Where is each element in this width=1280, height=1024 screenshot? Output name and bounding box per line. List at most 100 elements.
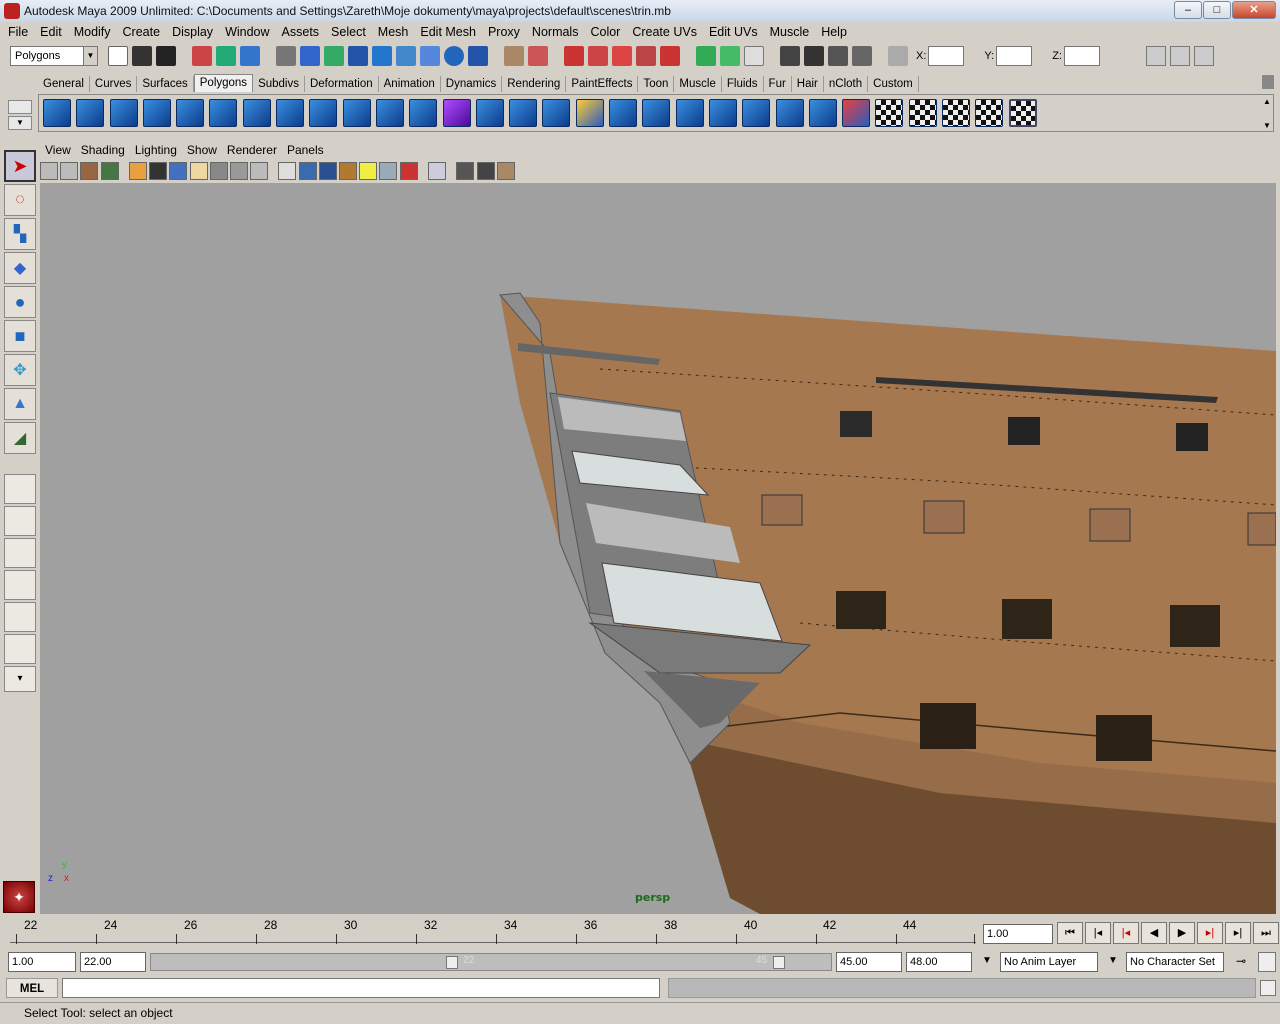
shelf-tab-deformation[interactable]: Deformation	[305, 76, 379, 92]
move-tool-button[interactable]: ◆	[4, 252, 36, 284]
ipr-render-icon[interactable]	[828, 46, 848, 66]
xray-active-components-icon[interactable]	[496, 162, 515, 180]
range-slider-left-handle[interactable]	[446, 956, 458, 969]
play-forwards-button[interactable]: ▶	[1169, 922, 1195, 944]
select-misc-icon[interactable]	[468, 46, 488, 66]
shelf-menu-button[interactable]: ▼	[8, 116, 32, 130]
high-quality-icon[interactable]	[399, 162, 418, 180]
animation-end-field[interactable]: 48.00	[906, 952, 972, 972]
go-to-end-button[interactable]: ⏭	[1253, 922, 1279, 944]
layout-persp-graph-button[interactable]	[4, 570, 36, 600]
panel-menu-panels[interactable]: Panels	[282, 143, 329, 157]
sculpt-geometry-icon[interactable]	[509, 99, 538, 127]
panel-menu-renderer[interactable]: Renderer	[222, 143, 282, 157]
chevron-down-icon[interactable]: ▼	[976, 952, 998, 972]
xray-joints-icon[interactable]	[476, 162, 495, 180]
layout-more-button[interactable]: ▾	[4, 666, 36, 692]
shelf-tab-animation[interactable]: Animation	[379, 76, 441, 92]
panel-menu-lighting[interactable]: Lighting	[130, 143, 182, 157]
save-scene-icon[interactable]	[156, 46, 176, 66]
range-slider[interactable]: 22 45	[150, 953, 832, 971]
render-current-frame-icon[interactable]	[804, 46, 824, 66]
resolution-gate-icon[interactable]	[169, 162, 188, 180]
snap-point-icon[interactable]	[612, 46, 632, 66]
output-connections-icon[interactable]	[720, 46, 740, 66]
lock-selection-icon[interactable]	[504, 46, 524, 66]
construction-history-icon[interactable]	[744, 46, 764, 66]
cylindrical-mapping-icon[interactable]	[908, 99, 937, 127]
panel-menu-show[interactable]: Show	[182, 143, 222, 157]
select-joints-icon[interactable]	[324, 46, 344, 66]
lasso-tool-button[interactable]: ◌	[4, 184, 36, 216]
shadows-icon[interactable]	[379, 162, 398, 180]
current-frame-field[interactable]: 1.00	[983, 924, 1053, 944]
step-back-frame-button[interactable]: |◂	[1085, 922, 1111, 944]
x-field[interactable]	[928, 46, 965, 66]
smooth-icon[interactable]	[442, 99, 471, 127]
minimize-button[interactable]: –	[1174, 1, 1202, 19]
menu-color[interactable]: Color	[584, 25, 626, 39]
shelf-tab-subdivs[interactable]: Subdivs	[253, 76, 305, 92]
menu-proxy[interactable]: Proxy	[482, 25, 526, 39]
layout-persp-outliner-button[interactable]	[4, 538, 36, 568]
character-set-field[interactable]: No Character Set	[1126, 952, 1224, 972]
render-settings-icon[interactable]	[852, 46, 872, 66]
bevel-icon[interactable]	[775, 99, 804, 127]
input-connections-icon[interactable]	[696, 46, 716, 66]
menu-edit[interactable]: Edit	[34, 25, 68, 39]
bridge-icon[interactable]	[609, 99, 638, 127]
poke-face-icon[interactable]	[842, 99, 871, 127]
insert-edge-loop-icon[interactable]	[708, 99, 737, 127]
shelf-tab-dynamics[interactable]: Dynamics	[441, 76, 503, 92]
shelf-tab-hair[interactable]: Hair	[792, 76, 824, 92]
poly-cylinder-icon[interactable]	[109, 99, 138, 127]
select-by-hierarchy-icon[interactable]	[192, 46, 212, 66]
menu-set-dropdown[interactable]: Polygons ▼	[10, 46, 98, 66]
tool-settings-toggle-icon[interactable]	[1169, 46, 1190, 66]
shelf-editor-button[interactable]	[8, 100, 32, 114]
shelf-tab-painteffects[interactable]: PaintEffects	[566, 76, 639, 92]
step-back-key-button[interactable]: |◂	[1113, 922, 1139, 944]
menu-edit-uvs[interactable]: Edit UVs	[703, 25, 764, 39]
poly-plane-icon[interactable]	[176, 99, 205, 127]
paint-select-tool-button[interactable]: ▚	[4, 218, 36, 250]
step-forward-frame-button[interactable]: ▸|	[1225, 922, 1251, 944]
select-rendering-icon[interactable]	[444, 46, 464, 66]
film-gate-icon[interactable]	[149, 162, 168, 180]
render-view-icon[interactable]	[780, 46, 800, 66]
menu-file[interactable]: File	[2, 25, 34, 39]
menu-modify[interactable]: Modify	[68, 25, 117, 39]
shelf-tab-general[interactable]: General	[38, 76, 90, 92]
camera-attributes-icon[interactable]	[60, 162, 79, 180]
shelf-tab-ncloth[interactable]: nCloth	[824, 76, 869, 92]
uv-texture-editor-icon[interactable]	[1008, 99, 1037, 127]
planar-mapping-icon[interactable]	[875, 99, 904, 127]
step-forward-key-button[interactable]: ▸|	[1197, 922, 1223, 944]
select-handles-icon[interactable]	[300, 46, 320, 66]
use-all-lights-icon[interactable]	[359, 162, 378, 180]
soft-modification-button[interactable]: ▲	[4, 388, 36, 420]
layout-persp-graph-hypergraph-button[interactable]	[4, 634, 36, 664]
persp-viewport[interactable]: y z x persp	[40, 183, 1276, 914]
poly-sphere-icon[interactable]	[43, 99, 71, 127]
grid-toggle-icon[interactable]	[128, 162, 147, 180]
boolean-difference-icon[interactable]	[409, 99, 438, 127]
animation-preferences-icon[interactable]	[1258, 952, 1276, 972]
reduce-icon[interactable]	[475, 99, 504, 127]
script-editor-icon[interactable]	[1260, 980, 1276, 996]
menu-window[interactable]: Window	[219, 25, 275, 39]
close-button[interactable]: ✕	[1232, 1, 1276, 19]
shelf-tab-custom[interactable]: Custom	[868, 76, 919, 92]
rotate-tool-button[interactable]: ●	[4, 286, 36, 318]
time-slider[interactable]: 22 24 26 28 30 32 34 36 38 40 42 44	[6, 916, 978, 950]
select-dynamics-icon[interactable]	[420, 46, 440, 66]
safe-title-icon[interactable]	[250, 162, 269, 180]
selection-mask-icon[interactable]	[276, 46, 296, 66]
highlight-selection-icon[interactable]	[528, 46, 548, 66]
play-backwards-button[interactable]: ◀	[1141, 922, 1167, 944]
layout-four-view-button[interactable]	[4, 506, 36, 536]
trash-icon[interactable]	[1262, 75, 1274, 89]
channel-box-toggle-icon[interactable]	[1193, 46, 1214, 66]
scale-tool-button[interactable]: ■	[4, 320, 36, 352]
select-tool-button[interactable]: ➤	[4, 150, 36, 182]
